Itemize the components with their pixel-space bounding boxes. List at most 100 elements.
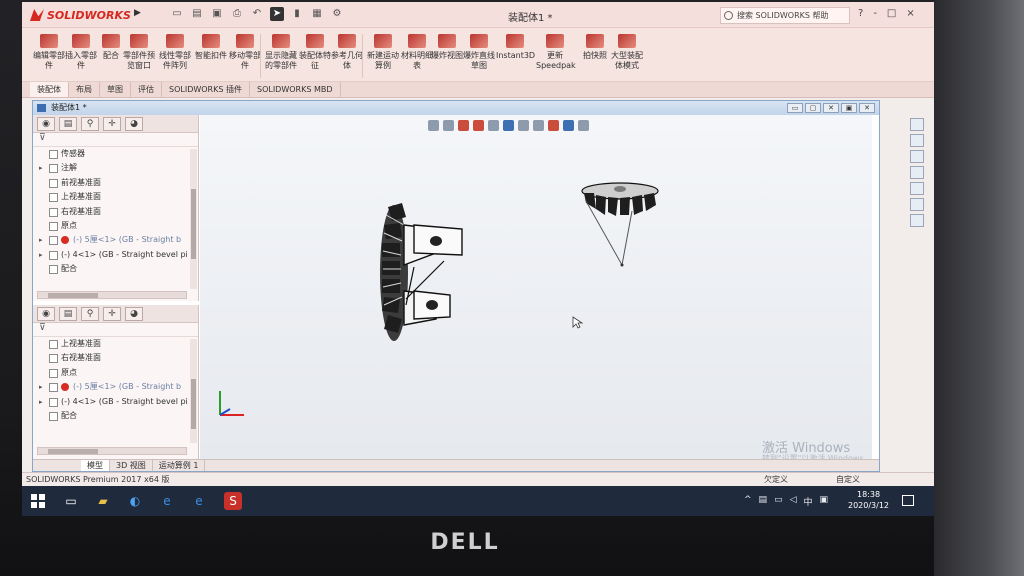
tree-item[interactable]: 原点 <box>33 219 198 233</box>
tab-assembly[interactable]: 装配体 <box>30 82 69 97</box>
tree-item[interactable]: ▸ (-) 4<1> (GB - Straight bevel pi <box>33 395 198 409</box>
solidworks-logo[interactable]: SOLIDWORKS <box>30 6 131 24</box>
tab-evaluate[interactable]: 评估 <box>131 82 162 97</box>
tree-item[interactable]: ▸ 注解 <box>33 161 198 175</box>
smart-fasteners-button[interactable]: 智能扣件 <box>192 34 230 80</box>
tab-model[interactable]: 模型 <box>81 460 110 471</box>
expand-icon[interactable]: ▸ <box>39 161 43 175</box>
save-icon[interactable]: ▣ <box>210 7 224 21</box>
scroll-thumb[interactable] <box>48 449 98 454</box>
large-assembly-button[interactable]: 大型装配体模式 <box>608 34 646 80</box>
input-method-icon[interactable]: ▣ <box>820 495 829 508</box>
move-component-button[interactable]: 移动零部件 <box>226 34 264 80</box>
new-motion-study-button[interactable]: 新建运动算例 <box>364 34 402 80</box>
custom-properties-icon[interactable] <box>910 198 924 211</box>
feature-manager-tab-icon[interactable]: ◉ <box>37 307 55 321</box>
tree-item[interactable]: 右视基准面 <box>33 351 198 365</box>
scroll-thumb[interactable] <box>191 379 196 429</box>
menu-arrow-icon[interactable]: ▶ <box>134 8 146 22</box>
tree-item[interactable]: ▸ (-) 5厘<1> (GB - Straight b <box>33 380 198 394</box>
bevel-pinion-gear[interactable] <box>581 182 659 267</box>
tree-item[interactable]: 前视基准面 <box>33 176 198 190</box>
edge-icon[interactable]: ◐ <box>126 492 144 510</box>
doc-close-button[interactable]: ✕ <box>823 103 839 113</box>
tree-item[interactable]: 原点 <box>33 366 198 380</box>
tree-item[interactable]: 配合 <box>33 262 198 276</box>
show-hidden-button[interactable]: 显示隐藏的零部件 <box>262 34 300 80</box>
task-view-icon[interactable]: ▭ <box>62 492 80 510</box>
home-icon[interactable] <box>910 118 924 131</box>
units-status[interactable]: 自定义 <box>836 473 860 486</box>
vertical-scrollbar[interactable] <box>190 149 197 289</box>
open-icon[interactable]: ▤ <box>190 7 204 21</box>
tab-addins[interactable]: SOLIDWORKS 插件 <box>162 82 250 97</box>
tab-sketch[interactable]: 草图 <box>100 82 131 97</box>
tree-item[interactable]: 配合 <box>33 409 198 423</box>
tab-mbd[interactable]: SOLIDWORKS MBD <box>250 82 341 97</box>
tree-item[interactable]: 上视基准面 <box>33 190 198 204</box>
doc-minimize-button[interactable]: ▭ <box>787 103 803 113</box>
reference-geometry-button[interactable]: 参考几何体 <box>328 34 366 80</box>
dimxpert-tab-icon[interactable]: ✛ <box>103 307 121 321</box>
update-speedpak-button[interactable]: 更新 Speedpak <box>536 34 576 80</box>
property-manager-tab-icon[interactable]: ▤ <box>59 117 77 131</box>
print-icon[interactable]: ⎙ <box>230 7 244 21</box>
doc-close-all-button[interactable]: ✕ <box>859 103 875 113</box>
explode-line-sketch-button[interactable]: 爆炸直线草图 <box>460 34 498 80</box>
ie-icon[interactable]: e <box>158 492 176 510</box>
property-manager-tab-icon[interactable]: ▤ <box>59 307 77 321</box>
vertical-scrollbar[interactable] <box>190 339 197 443</box>
graphics-area[interactable]: 激活 Windows 转到"设置"以激活 Windows。 <box>200 115 872 463</box>
display-manager-tab-icon[interactable]: ◕ <box>125 307 143 321</box>
bevel-gear-with-bracket[interactable] <box>380 203 463 341</box>
scroll-thumb[interactable] <box>48 293 98 298</box>
ime-indicator[interactable]: 中 <box>804 495 813 508</box>
tree-item[interactable]: ▸ (-) 4<1> (GB - Straight bevel pi <box>33 248 198 262</box>
doc-tile-button[interactable]: ▣ <box>841 103 857 113</box>
horizontal-scrollbar[interactable] <box>37 291 187 299</box>
minimize-button[interactable]: - <box>873 8 877 19</box>
view-palette-icon[interactable] <box>910 214 924 227</box>
design-library-icon[interactable] <box>910 150 924 163</box>
dimxpert-tab-icon[interactable]: ✛ <box>103 117 121 131</box>
tree-filter-icon[interactable]: ⊽ <box>33 323 198 337</box>
close-button[interactable]: × <box>906 8 914 19</box>
volume-icon[interactable]: ◁ <box>790 495 797 508</box>
solidworks-taskbar-icon[interactable]: S <box>224 492 242 510</box>
configuration-manager-tab-icon[interactable]: ⚲ <box>81 307 99 321</box>
linear-pattern-button[interactable]: 线性零部件阵列 <box>156 34 194 80</box>
tree-item[interactable]: ▸ (-) 5厘<1> (GB - Straight b <box>33 233 198 247</box>
battery-icon[interactable]: ▭ <box>774 495 783 508</box>
expand-icon[interactable]: ▸ <box>39 248 43 262</box>
new-file-icon[interactable]: ▭ <box>170 7 184 21</box>
tree-item[interactable]: 上视基准面 <box>33 337 198 351</box>
file-properties-icon[interactable]: ▦ <box>310 7 324 21</box>
tree-filter-icon[interactable]: ⊽ <box>33 133 198 147</box>
rebuild-icon[interactable]: ▮ <box>290 7 304 21</box>
resources-icon[interactable] <box>910 134 924 147</box>
help-search-input[interactable]: 搜索 SOLIDWORKS 帮助 <box>720 7 850 24</box>
show-hidden-icons-icon[interactable]: ^ <box>744 495 752 508</box>
network-icon[interactable]: ▤ <box>759 495 768 508</box>
tree-item[interactable]: 传感器 <box>33 147 198 161</box>
appearances-icon[interactable] <box>910 182 924 195</box>
maximize-button[interactable]: □ <box>887 8 896 19</box>
component-preview-button[interactable]: 零部件预览窗口 <box>120 34 158 80</box>
windows-start-icon[interactable] <box>31 494 45 508</box>
tab-motion-study[interactable]: 运动算例 1 <box>153 460 206 471</box>
file-explorer-icon[interactable]: ▰ <box>94 492 112 510</box>
instant3d-button[interactable]: Instant3D <box>496 34 535 80</box>
tree-item[interactable]: 右视基准面 <box>33 205 198 219</box>
clock[interactable]: 18:38 2020/3/12 <box>848 489 889 511</box>
notification-icon[interactable] <box>902 495 914 506</box>
feature-manager-tab-icon[interactable]: ◉ <box>37 117 55 131</box>
ie-icon-2[interactable]: e <box>190 492 208 510</box>
options-icon[interactable]: ⚙ <box>330 7 344 21</box>
tab-3d-views[interactable]: 3D 视图 <box>110 460 153 471</box>
expand-icon[interactable]: ▸ <box>39 380 43 394</box>
scroll-thumb[interactable] <box>191 189 196 259</box>
doc-restore-button[interactable]: ▢ <box>805 103 821 113</box>
help-icon[interactable]: ? <box>858 8 863 19</box>
horizontal-scrollbar[interactable] <box>37 447 187 455</box>
expand-icon[interactable]: ▸ <box>39 395 43 409</box>
